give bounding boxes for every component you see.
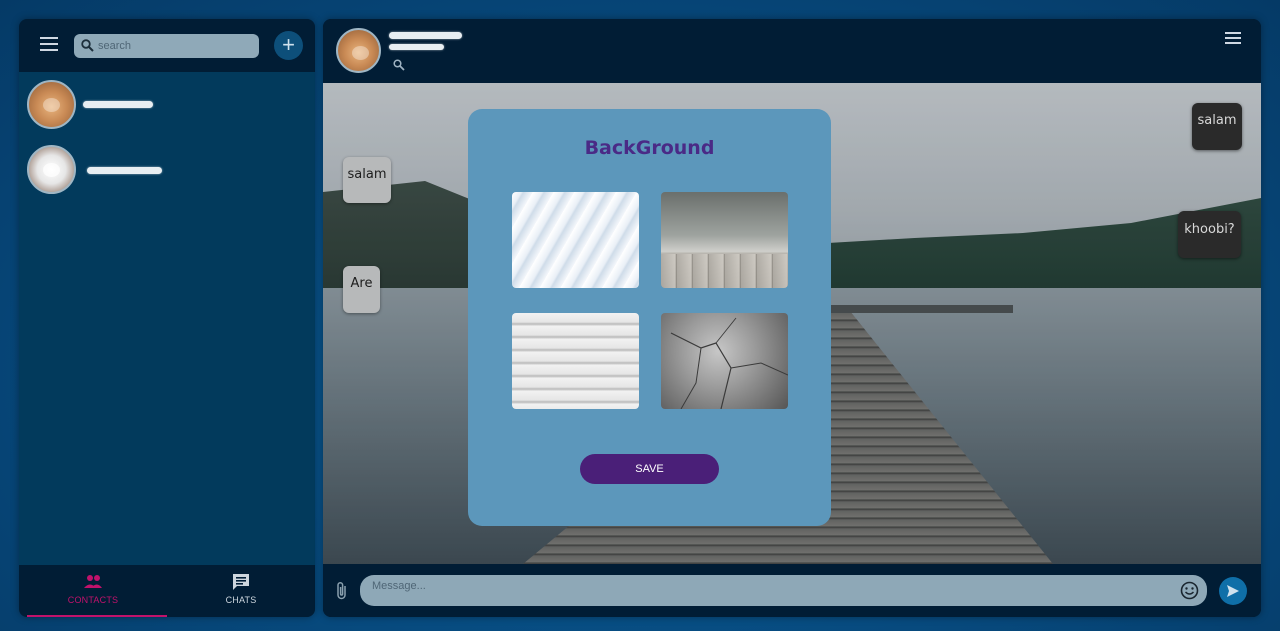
background-option-3[interactable]: [512, 313, 639, 409]
message-bar: [323, 564, 1261, 617]
attachment-icon[interactable]: [334, 581, 350, 601]
search-icon: [81, 39, 94, 52]
chat-header: [323, 19, 1261, 83]
message-bubble-outgoing[interactable]: salam: [1192, 103, 1242, 150]
background-dialog: BackGround SAVE: [468, 109, 831, 526]
sidebar-header: +: [19, 19, 315, 72]
tab-chats[interactable]: CHATS: [167, 565, 315, 617]
contact-item[interactable]: [27, 145, 307, 195]
send-icon: [1227, 585, 1239, 597]
dialog-title: BackGround: [584, 137, 715, 159]
message-input[interactable]: [372, 576, 1172, 596]
background-option-1[interactable]: [512, 192, 639, 288]
contact-item[interactable]: [27, 80, 307, 130]
emoji-icon[interactable]: [1180, 581, 1199, 600]
chat-menu-icon[interactable]: [1225, 32, 1241, 44]
contacts-sidebar: + CONTACTS CHATS: [19, 19, 315, 617]
redacted-name: [389, 32, 462, 39]
message-bubble-incoming[interactable]: salam: [343, 157, 391, 203]
hamburger-menu-icon[interactable]: [40, 37, 58, 51]
background-option-2[interactable]: [661, 192, 788, 288]
avatar: [27, 80, 76, 129]
avatar: [27, 145, 76, 194]
redacted-status: [389, 44, 444, 50]
chat-icon: [233, 574, 249, 590]
background-option-4[interactable]: [661, 313, 788, 409]
people-icon: [84, 575, 102, 588]
redacted-name: [83, 101, 153, 108]
add-contact-button[interactable]: +: [274, 31, 303, 60]
redacted-name: [87, 167, 162, 174]
send-button[interactable]: [1219, 577, 1247, 605]
message-bubble-incoming[interactable]: Are: [343, 266, 380, 313]
message-field: [360, 575, 1207, 606]
bottom-nav: CONTACTS CHATS: [19, 565, 315, 617]
message-bubble-outgoing[interactable]: khoobi?: [1178, 211, 1241, 258]
tab-contacts-label: CONTACTS: [67, 595, 119, 605]
save-button[interactable]: SAVE: [580, 454, 719, 484]
search-box: [74, 34, 259, 58]
search-input[interactable]: [98, 36, 253, 56]
tab-contacts[interactable]: CONTACTS: [19, 565, 167, 617]
avatar[interactable]: [336, 28, 381, 73]
tab-chats-label: CHATS: [225, 595, 257, 605]
search-icon[interactable]: [393, 59, 405, 71]
